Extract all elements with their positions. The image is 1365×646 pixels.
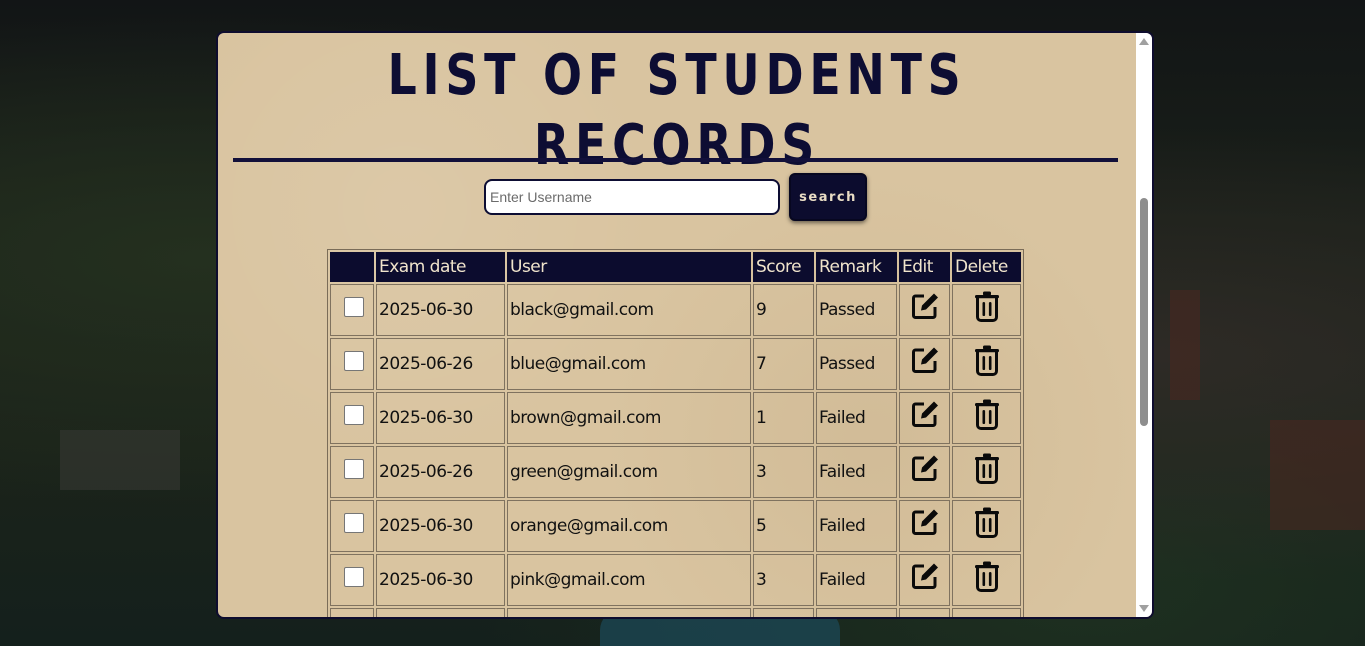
row-checkbox[interactable] — [344, 297, 364, 317]
exam-date-cell: 2025-06-30 — [376, 284, 505, 336]
exam-date-cell: 2025-06-30 — [376, 500, 505, 552]
table-row: 2025-06-30 pink@gmail.com 3 Failed — [330, 554, 1021, 606]
header-exam-date: Exam date — [376, 252, 505, 282]
remark-cell: Failed — [816, 500, 897, 552]
edit-cell — [899, 284, 950, 336]
records-panel: LIST OF STUDENTS RECORDS search Exam dat… — [216, 31, 1154, 619]
title-divider — [233, 158, 1118, 162]
delete-cell — [952, 338, 1021, 390]
table-row: 2025-06-26 green@gmail.com 3 Failed — [330, 446, 1021, 498]
user-email-cell: green@gmail.com — [507, 446, 751, 498]
table-cell — [952, 608, 1021, 617]
exam-date-cell: 2025-06-26 — [376, 338, 505, 390]
edit-cell — [899, 446, 950, 498]
score-cell: 1 — [753, 392, 814, 444]
remark-cell: Passed — [816, 284, 897, 336]
table-cell — [899, 608, 950, 617]
row-checkbox[interactable] — [344, 405, 364, 425]
trash-icon[interactable] — [974, 560, 1000, 597]
row-select-cell — [330, 392, 374, 444]
background-building — [60, 430, 180, 490]
edit-icon[interactable] — [909, 560, 941, 597]
user-email-cell: brown@gmail.com — [507, 392, 751, 444]
header-remark: Remark — [816, 252, 897, 282]
table-cell — [507, 608, 751, 617]
row-select-cell — [330, 446, 374, 498]
edit-icon[interactable] — [909, 452, 941, 489]
exam-date-cell: 2025-06-26 — [376, 446, 505, 498]
trash-icon[interactable] — [974, 452, 1000, 489]
table-cell — [330, 608, 374, 617]
header-user: User — [507, 252, 751, 282]
user-email-cell: pink@gmail.com — [507, 554, 751, 606]
edit-cell — [899, 338, 950, 390]
header-score: Score — [753, 252, 814, 282]
trash-icon[interactable] — [974, 398, 1000, 435]
edit-icon[interactable] — [909, 290, 941, 327]
background-roof — [1270, 420, 1365, 530]
edit-cell — [899, 392, 950, 444]
row-select-cell — [330, 500, 374, 552]
table-row: 2025-06-26 blue@gmail.com 7 Passed — [330, 338, 1021, 390]
student-records-table: Exam date User Score Remark Edit Delete … — [327, 249, 1024, 617]
user-email-cell: orange@gmail.com — [507, 500, 751, 552]
scroll-down-arrow-icon[interactable] — [1139, 605, 1149, 612]
remark-cell: Passed — [816, 338, 897, 390]
header-select — [330, 252, 374, 282]
remark-cell: Failed — [816, 446, 897, 498]
header-edit: Edit — [899, 252, 950, 282]
username-search-input[interactable] — [484, 179, 780, 215]
trash-icon[interactable] — [974, 290, 1000, 327]
remark-cell: Failed — [816, 554, 897, 606]
table-cell — [753, 608, 814, 617]
score-cell: 9 — [753, 284, 814, 336]
scrollbar[interactable] — [1136, 33, 1152, 617]
scrollbar-thumb[interactable] — [1140, 198, 1148, 426]
delete-cell — [952, 554, 1021, 606]
header-delete: Delete — [952, 252, 1021, 282]
delete-cell — [952, 446, 1021, 498]
user-email-cell: blue@gmail.com — [507, 338, 751, 390]
trash-icon[interactable] — [974, 506, 1000, 543]
row-select-cell — [330, 284, 374, 336]
score-cell: 3 — [753, 446, 814, 498]
trash-icon[interactable] — [974, 344, 1000, 381]
row-checkbox[interactable] — [344, 567, 364, 587]
table-row — [330, 608, 1021, 617]
table-row: 2025-06-30 black@gmail.com 9 Passed — [330, 284, 1021, 336]
score-cell: 3 — [753, 554, 814, 606]
row-checkbox[interactable] — [344, 513, 364, 533]
edit-icon[interactable] — [909, 344, 941, 381]
delete-cell — [952, 284, 1021, 336]
row-select-cell — [330, 554, 374, 606]
row-select-cell — [330, 338, 374, 390]
row-checkbox[interactable] — [344, 351, 364, 371]
edit-icon[interactable] — [909, 506, 941, 543]
table-cell — [376, 608, 505, 617]
search-button[interactable]: search — [789, 173, 867, 221]
delete-cell — [952, 500, 1021, 552]
table-row: 2025-06-30 orange@gmail.com 5 Failed — [330, 500, 1021, 552]
exam-date-cell: 2025-06-30 — [376, 554, 505, 606]
score-cell: 7 — [753, 338, 814, 390]
exam-date-cell: 2025-06-30 — [376, 392, 505, 444]
row-checkbox[interactable] — [344, 459, 364, 479]
background-roof — [1170, 290, 1200, 400]
score-cell: 5 — [753, 500, 814, 552]
scroll-up-arrow-icon[interactable] — [1139, 38, 1149, 45]
edit-cell — [899, 500, 950, 552]
edit-cell — [899, 554, 950, 606]
table-header-row: Exam date User Score Remark Edit Delete — [330, 252, 1021, 282]
table-cell — [816, 608, 897, 617]
edit-icon[interactable] — [909, 398, 941, 435]
table-row: 2025-06-30 brown@gmail.com 1 Failed — [330, 392, 1021, 444]
user-email-cell: black@gmail.com — [507, 284, 751, 336]
delete-cell — [952, 392, 1021, 444]
remark-cell: Failed — [816, 392, 897, 444]
